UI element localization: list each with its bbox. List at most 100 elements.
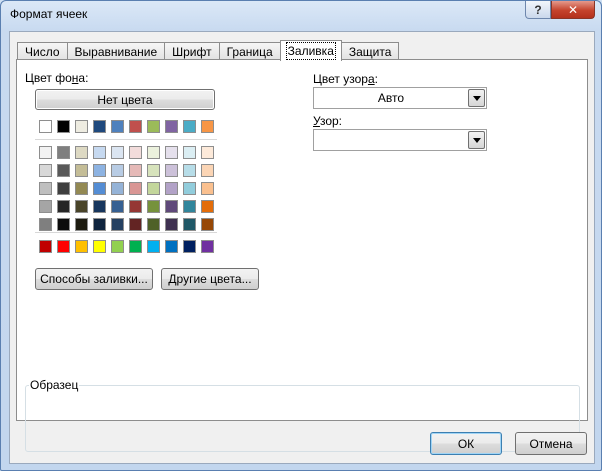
theme-color-swatch[interactable] (129, 120, 142, 133)
standard-color-swatch[interactable] (75, 240, 88, 253)
pattern-style-dropdown-button[interactable] (468, 131, 485, 149)
theme-shade-swatch[interactable] (183, 218, 196, 231)
standard-color-swatch[interactable] (147, 240, 160, 253)
tab-strip: Число Выравнивание Шрифт Граница Заливка Защи… (17, 40, 400, 61)
theme-color-swatch[interactable] (183, 120, 196, 133)
theme-shade-swatch[interactable] (183, 200, 196, 213)
tab-2[interactable]: Шрифт (164, 42, 220, 60)
theme-shade-swatch[interactable] (75, 218, 88, 231)
pattern-color-select[interactable]: Авто (313, 87, 487, 109)
theme-color-swatch[interactable] (201, 120, 214, 133)
chevron-down-icon (472, 137, 481, 143)
theme-shade-swatch[interactable] (111, 200, 124, 213)
theme-shade-swatch[interactable] (183, 164, 196, 177)
theme-shade-swatch[interactable] (165, 146, 178, 159)
cancel-button[interactable]: Отмена (515, 432, 587, 455)
theme-shade-swatch[interactable] (201, 146, 214, 159)
theme-color-swatch[interactable] (165, 120, 178, 133)
pattern-color-value: Авто (377, 91, 405, 105)
theme-shade-swatch[interactable] (111, 164, 124, 177)
more-colors-button[interactable]: Другие цвета... (161, 268, 259, 290)
tab-label: Заливка (285, 42, 336, 60)
pattern-style-value (314, 130, 468, 150)
theme-shade-swatch[interactable] (183, 182, 196, 195)
standard-color-swatch[interactable] (57, 240, 70, 253)
ok-button[interactable]: ОК (430, 432, 502, 455)
standard-color-swatch[interactable] (165, 240, 178, 253)
theme-color-swatch[interactable] (39, 120, 52, 133)
window-title: Формат ячеек (10, 7, 88, 21)
theme-shade-swatch[interactable] (183, 146, 196, 159)
theme-shade-swatch[interactable] (201, 218, 214, 231)
tab-label: Выравнивание (74, 44, 158, 59)
format-cells-dialog: Формат ячеек ? ✕ Число Выравнивание Шрифт Г… (0, 0, 602, 471)
theme-shade-swatch[interactable] (165, 164, 178, 177)
theme-color-swatch[interactable] (57, 120, 70, 133)
theme-shade-swatch[interactable] (111, 218, 124, 231)
theme-shade-swatch[interactable] (147, 200, 160, 213)
theme-shade-swatch[interactable] (93, 164, 106, 177)
theme-shade-swatch[interactable] (57, 182, 70, 195)
theme-shade-swatch[interactable] (165, 182, 178, 195)
help-button[interactable]: ? (525, 1, 551, 19)
fill-effects-button[interactable]: Способы заливки... (35, 268, 153, 290)
tab-5[interactable]: Защита (340, 42, 400, 60)
theme-shade-swatch[interactable] (57, 218, 70, 231)
theme-shade-swatch[interactable] (57, 164, 70, 177)
theme-color-swatch[interactable] (147, 120, 160, 133)
tab-1[interactable]: Выравнивание (66, 42, 166, 60)
pattern-style-select[interactable] (313, 129, 487, 151)
theme-shade-swatch[interactable] (93, 146, 106, 159)
theme-shade-swatch[interactable] (201, 182, 214, 195)
close-icon: ✕ (567, 2, 579, 17)
theme-shade-swatch[interactable] (75, 200, 88, 213)
tab-label: Число (25, 44, 60, 59)
theme-shade-swatch[interactable] (75, 182, 88, 195)
close-button[interactable]: ✕ (551, 1, 595, 19)
standard-color-swatch[interactable] (39, 240, 52, 253)
theme-shade-swatch[interactable] (129, 164, 142, 177)
theme-color-swatch[interactable] (75, 120, 88, 133)
theme-shade-swatch[interactable] (201, 164, 214, 177)
standard-color-swatch[interactable] (93, 240, 106, 253)
theme-shade-swatch[interactable] (39, 164, 52, 177)
chevron-down-icon (472, 95, 481, 101)
theme-shade-swatch[interactable] (39, 218, 52, 231)
theme-shade-swatch[interactable] (129, 182, 142, 195)
theme-shade-swatch[interactable] (147, 146, 160, 159)
theme-shade-swatch[interactable] (93, 200, 106, 213)
tab-4[interactable]: Заливка (279, 40, 342, 61)
tab-3[interactable]: Граница (218, 42, 281, 60)
theme-shade-swatch[interactable] (147, 182, 160, 195)
theme-shade-swatch[interactable] (39, 146, 52, 159)
theme-shade-swatch[interactable] (201, 200, 214, 213)
palette-divider (35, 232, 217, 233)
theme-shade-swatch[interactable] (147, 164, 160, 177)
theme-shade-swatch[interactable] (93, 218, 106, 231)
standard-color-swatch[interactable] (111, 240, 124, 253)
theme-shade-swatch[interactable] (111, 182, 124, 195)
theme-shade-swatch[interactable] (129, 218, 142, 231)
theme-shade-swatch[interactable] (165, 218, 178, 231)
theme-shade-swatch[interactable] (93, 182, 106, 195)
theme-shade-swatch[interactable] (57, 146, 70, 159)
standard-color-swatch[interactable] (201, 240, 214, 253)
theme-shade-swatch[interactable] (75, 146, 88, 159)
theme-color-swatch[interactable] (93, 120, 106, 133)
pattern-color-dropdown-button[interactable] (468, 89, 485, 107)
tab-0[interactable]: Число (17, 42, 68, 60)
theme-shade-swatch[interactable] (39, 182, 52, 195)
theme-shade-swatch[interactable] (129, 146, 142, 159)
theme-shade-swatch[interactable] (39, 200, 52, 213)
theme-shade-swatch[interactable] (57, 200, 70, 213)
theme-shade-swatch[interactable] (75, 164, 88, 177)
pattern-color-label: Цвет узора: (313, 72, 378, 86)
standard-color-swatch[interactable] (129, 240, 142, 253)
theme-shade-swatch[interactable] (129, 200, 142, 213)
no-color-button[interactable]: Нет цвета (35, 89, 215, 110)
theme-shade-swatch[interactable] (111, 146, 124, 159)
standard-color-swatch[interactable] (183, 240, 196, 253)
theme-shade-swatch[interactable] (165, 200, 178, 213)
theme-color-swatch[interactable] (111, 120, 124, 133)
theme-shade-swatch[interactable] (147, 218, 160, 231)
